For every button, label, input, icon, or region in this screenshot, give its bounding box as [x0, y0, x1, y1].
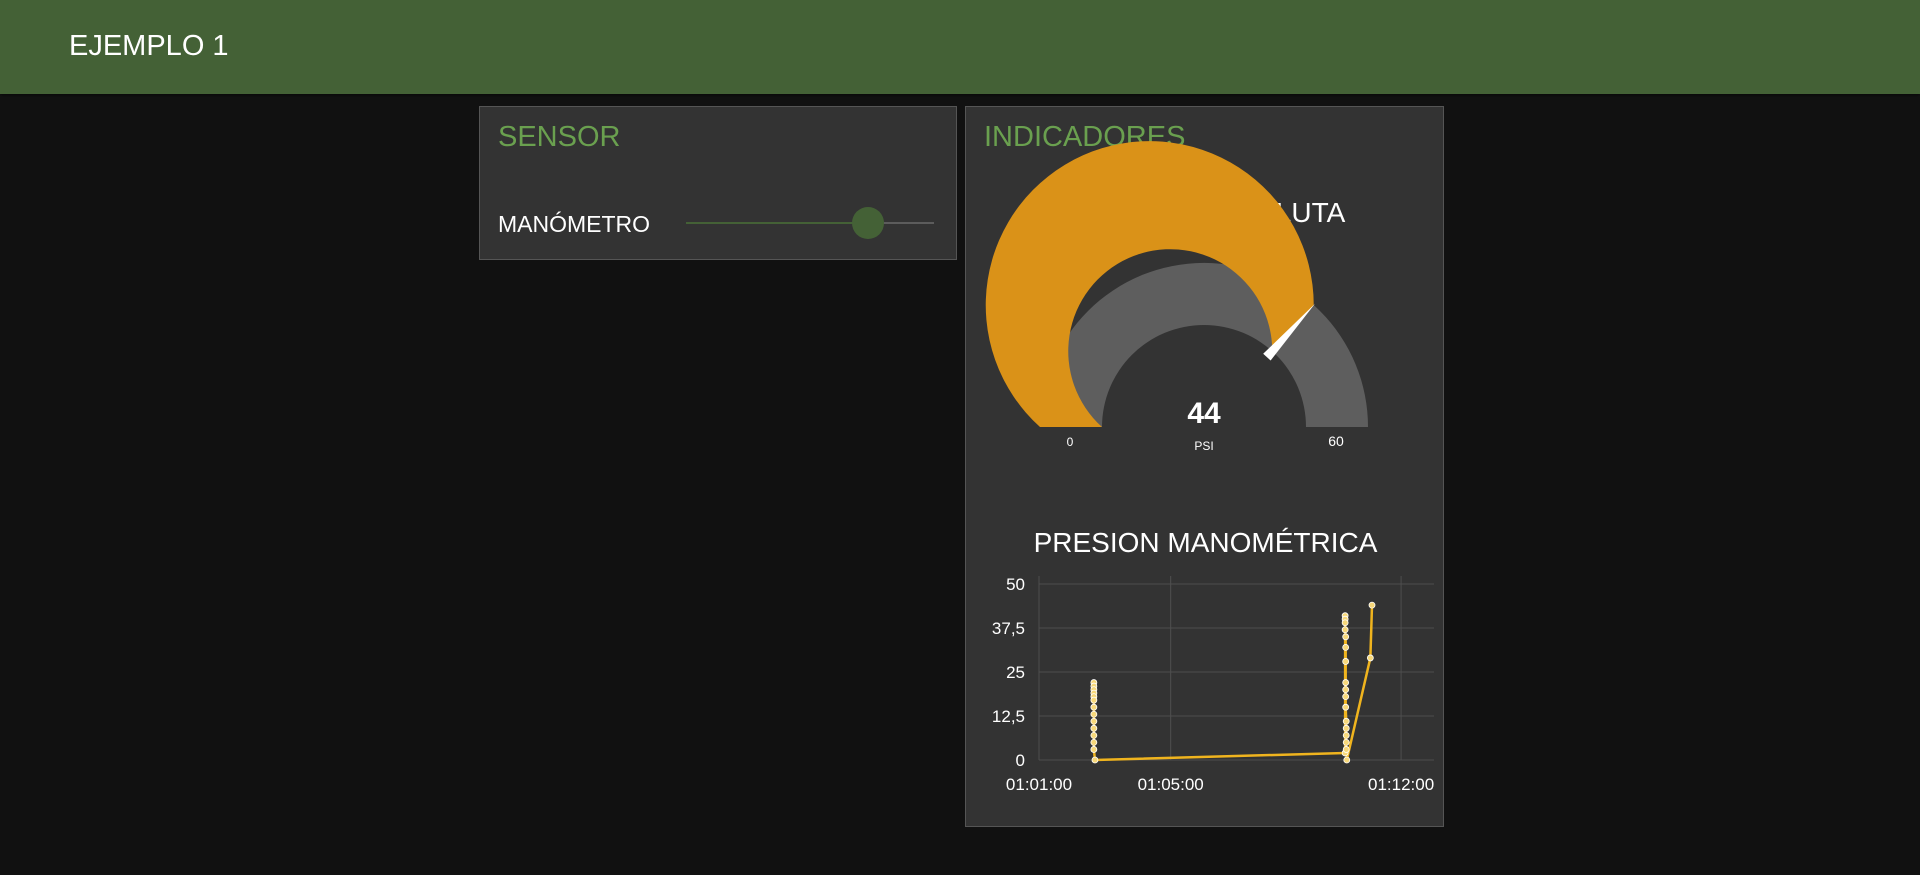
slider-fill — [686, 222, 868, 224]
data-point — [1342, 731, 1350, 739]
data-point — [1342, 679, 1350, 686]
data-point — [1342, 746, 1350, 753]
data-point — [1091, 756, 1099, 764]
y-tick-label: 25 — [1006, 663, 1025, 682]
data-point — [1342, 724, 1350, 732]
page-title: EJEMPLO 1 — [69, 30, 229, 62]
data-point — [1341, 626, 1349, 634]
y-tick-label: 12,5 — [992, 707, 1025, 726]
y-tick-label: 50 — [1006, 575, 1025, 594]
data-point — [1090, 710, 1098, 718]
data-point — [1090, 739, 1098, 746]
x-tick-label: 01:05:00 — [1138, 775, 1204, 794]
y-tick-label: 0 — [1016, 751, 1025, 770]
data-point — [1342, 658, 1350, 665]
pressure-chart: 0 12,5 25 37,5 50 01:01:00 01:05:00 01:12:00 — [992, 575, 1434, 794]
data-point — [1090, 703, 1098, 711]
sensor-group-title: SENSOR — [498, 121, 621, 153]
app-header: EJEMPLO 1 — [0, 0, 1920, 94]
slider-thumb[interactable] — [851, 207, 884, 239]
data-point — [1090, 696, 1098, 704]
data-point — [1090, 746, 1098, 753]
data-point — [1366, 654, 1374, 662]
slider-label: MANÓMETRO — [498, 211, 651, 237]
data-point — [1341, 619, 1349, 627]
data-point — [1342, 686, 1350, 693]
data-point — [1342, 633, 1350, 641]
data-point — [1342, 693, 1350, 701]
data-point — [1368, 601, 1376, 609]
sensor-group: SENSOR MANÓMETRO — [479, 106, 957, 260]
data-point — [1090, 717, 1098, 725]
y-tick-label: 37,5 — [992, 619, 1025, 638]
data-point — [1090, 731, 1098, 739]
data-point — [1342, 739, 1350, 746]
data-point — [1342, 717, 1350, 725]
data-point — [1342, 703, 1350, 711]
data-point — [1342, 643, 1350, 651]
manometro-slider[interactable] — [686, 207, 934, 239]
x-tick-label: 01:01:00 — [1006, 775, 1072, 794]
indicators-group: INDICADORES PRESIÓN ABSOLUTA 44 PSI 0 60… — [965, 106, 1444, 827]
x-tick-label: 01:12:00 — [1368, 775, 1434, 794]
data-point — [1343, 756, 1351, 764]
data-point — [1090, 724, 1098, 732]
